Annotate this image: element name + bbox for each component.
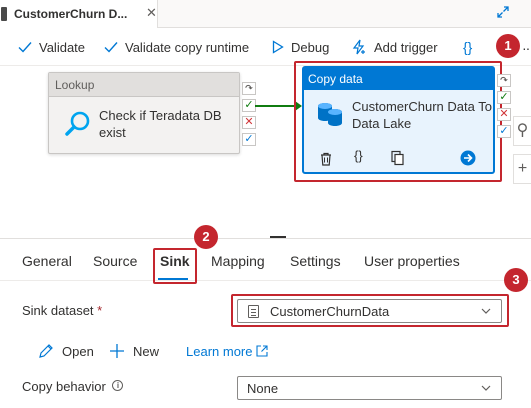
learn-more-label: Learn more	[186, 343, 253, 359]
plus-icon	[110, 344, 124, 358]
failure-handle-icon[interactable]: ✕	[242, 116, 256, 129]
zoom-in-icon[interactable]: +	[513, 154, 531, 184]
chevron-down-icon	[481, 385, 491, 391]
add-trigger-label: Add trigger	[374, 39, 438, 55]
pipeline-tab[interactable]: CustomerChurn D... ✕	[0, 0, 158, 28]
learn-more-link[interactable]: Learn more	[186, 342, 269, 360]
copy-behavior-value: None	[247, 381, 279, 396]
lookup-activity-type: Lookup	[49, 73, 239, 97]
debug-button[interactable]: Debug	[272, 38, 329, 56]
copy-behavior-label: Copy behavior i	[22, 379, 124, 394]
success-connector	[255, 105, 299, 107]
sink-tab-callout-box	[153, 248, 197, 284]
sink-dataset-label: Sink dataset *	[22, 303, 102, 318]
debug-label: Debug	[291, 39, 330, 55]
success-handle-icon[interactable]: ✓	[497, 91, 511, 104]
required-marker: *	[97, 303, 103, 318]
open-label: Open	[62, 343, 94, 359]
success-handle-icon[interactable]: ✓	[242, 99, 256, 112]
delete-icon[interactable]	[320, 150, 332, 168]
validate-copy-runtime-label: Validate copy runtime	[125, 39, 250, 55]
failure-handle-icon[interactable]: ✕	[497, 108, 511, 121]
code-view-button[interactable]: {}	[463, 38, 472, 56]
play-icon	[272, 40, 284, 54]
properties-tabs: General Source Sink Mapping Settings Use…	[0, 247, 531, 281]
expand-icon[interactable]	[496, 5, 510, 19]
open-button[interactable]: Open	[38, 342, 94, 360]
skip-handle-icon[interactable]: ↷	[242, 82, 256, 95]
copy-behavior-dropdown[interactable]: None	[237, 376, 502, 400]
copy-icon[interactable]	[391, 149, 404, 167]
dataset-icon	[248, 305, 259, 318]
copy-activity-actions: {}	[318, 148, 483, 166]
validate-button[interactable]: Validate	[18, 38, 85, 56]
new-button[interactable]: New	[110, 342, 159, 360]
navigate-arrow-icon[interactable]	[460, 149, 476, 167]
tab-mapping[interactable]: Mapping	[211, 253, 265, 269]
database-icon	[318, 103, 342, 126]
sink-dataset-label-text: Sink dataset	[22, 303, 94, 318]
checkmark-icon	[104, 42, 118, 53]
more-options-icon[interactable]: ···	[522, 40, 531, 56]
new-label: New	[133, 343, 160, 359]
lookup-status-handles: ↷ ✓ ✕ ✓	[242, 82, 256, 150]
external-link-icon	[256, 345, 269, 357]
pipeline-icon	[1, 7, 7, 21]
canvas-tools: ⚲ +	[513, 116, 531, 192]
skip-handle-icon[interactable]: ↷	[497, 74, 511, 87]
code-braces-icon: {}	[463, 39, 473, 55]
info-icon[interactable]: i	[112, 380, 124, 391]
sink-dataset-value: CustomerChurnData	[270, 304, 390, 319]
lookup-activity-name: Check if Teradata DB exist	[99, 108, 222, 140]
code-braces-icon[interactable]: {}	[354, 148, 363, 166]
completion-handle-icon[interactable]: ✓	[242, 133, 256, 146]
copy-activity-name: CustomerChurn Data To Data Lake	[352, 99, 492, 131]
tab-source[interactable]: Source	[93, 253, 137, 269]
callout-badge-2: 2	[194, 225, 218, 249]
callout-badge-1: 1	[496, 34, 520, 58]
validate-label: Validate	[39, 39, 86, 55]
checkmark-icon	[18, 42, 32, 53]
copy-data-activity[interactable]: Copy data CustomerChurn Data To Data Lak…	[302, 66, 495, 174]
chevron-down-icon	[481, 308, 491, 314]
search-icon[interactable]: ⚲	[513, 116, 531, 146]
pipeline-tab-title: CustomerChurn D...	[14, 7, 128, 21]
pencil-icon	[39, 344, 53, 358]
copy-activity-type: Copy data	[304, 68, 493, 90]
lightning-icon	[352, 39, 365, 55]
lookup-activity[interactable]: Lookup Check if Teradata DB exist	[48, 72, 240, 154]
completion-handle-icon[interactable]: ✓	[497, 125, 511, 138]
tab-general[interactable]: General	[22, 253, 72, 269]
copy-behavior-label-text: Copy behavior	[22, 379, 106, 394]
tab-user-properties[interactable]: User properties	[364, 253, 460, 269]
copy-status-handles: ↷ ✓ ✕ ✓	[497, 74, 511, 142]
add-trigger-button[interactable]: Add trigger	[351, 38, 438, 56]
validate-copy-runtime-button[interactable]: Validate copy runtime	[104, 38, 249, 56]
callout-badge-3: 3	[504, 268, 528, 292]
tab-strip: CustomerChurn D... ✕	[0, 0, 531, 28]
tab-settings[interactable]: Settings	[290, 253, 341, 269]
close-icon[interactable]: ✕	[146, 5, 157, 21]
sink-dataset-dropdown[interactable]: CustomerChurnData	[237, 299, 502, 323]
magnifier-icon	[65, 111, 90, 136]
